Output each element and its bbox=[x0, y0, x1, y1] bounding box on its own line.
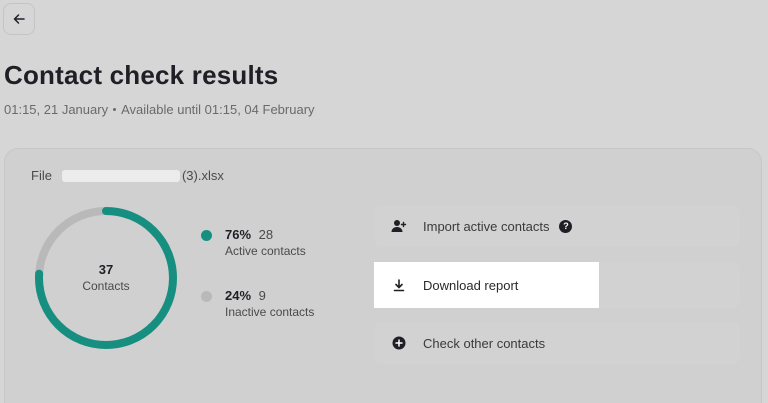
page-title: Contact check results bbox=[4, 60, 279, 90]
legend-inactive: 24% 9 Inactive contacts bbox=[201, 287, 314, 320]
inactive-swatch bbox=[201, 291, 212, 302]
check-other-contacts-button[interactable]: Check other contacts bbox=[374, 322, 740, 364]
file-name-suffix: (3).xlsx bbox=[181, 168, 224, 183]
redacted-filename bbox=[61, 169, 180, 182]
check-other-contacts-label: Check other contacts bbox=[423, 335, 546, 351]
active-percent: 76% bbox=[225, 227, 252, 242]
download-icon bbox=[391, 277, 407, 293]
active-swatch bbox=[201, 230, 212, 241]
active-label: Active contacts bbox=[225, 244, 306, 258]
inactive-count: 9 bbox=[258, 288, 266, 303]
inactive-label: Inactive contacts bbox=[225, 305, 315, 319]
total-contacts-caption: Contacts bbox=[82, 279, 130, 293]
import-active-contacts-button[interactable]: Import active contacts ? bbox=[374, 205, 740, 247]
file-row: File (3).xlsx bbox=[31, 168, 224, 183]
back-button[interactable] bbox=[3, 3, 35, 35]
arrow-left-icon bbox=[12, 12, 26, 26]
user-plus-icon bbox=[391, 218, 407, 234]
download-report-button[interactable]: Download report bbox=[374, 262, 599, 308]
total-contacts-value: 37 bbox=[98, 262, 114, 277]
separator-dot bbox=[113, 108, 117, 111]
active-count: 28 bbox=[258, 227, 274, 242]
availability-text: Available until 01:15, 04 February bbox=[121, 102, 315, 117]
legend-active: 76% 28 Active contacts bbox=[201, 226, 306, 259]
result-meta: 01:15, 21 January Available until 01:15,… bbox=[4, 102, 315, 117]
file-label: File bbox=[31, 168, 52, 183]
results-card: File (3).xlsx 37 Contacts 76% 28 Active … bbox=[4, 148, 762, 403]
donut-center: 37 Contacts bbox=[30, 202, 182, 354]
inactive-percent: 24% bbox=[225, 288, 252, 303]
plus-circle-icon bbox=[391, 335, 407, 351]
created-timestamp: 01:15, 21 January bbox=[4, 102, 109, 117]
download-report-label: Download report bbox=[423, 277, 519, 293]
question-circle-icon[interactable]: ? bbox=[559, 219, 573, 233]
import-active-contacts-label: Import active contacts bbox=[423, 218, 550, 234]
download-report-button-tail[interactable] bbox=[599, 262, 740, 308]
